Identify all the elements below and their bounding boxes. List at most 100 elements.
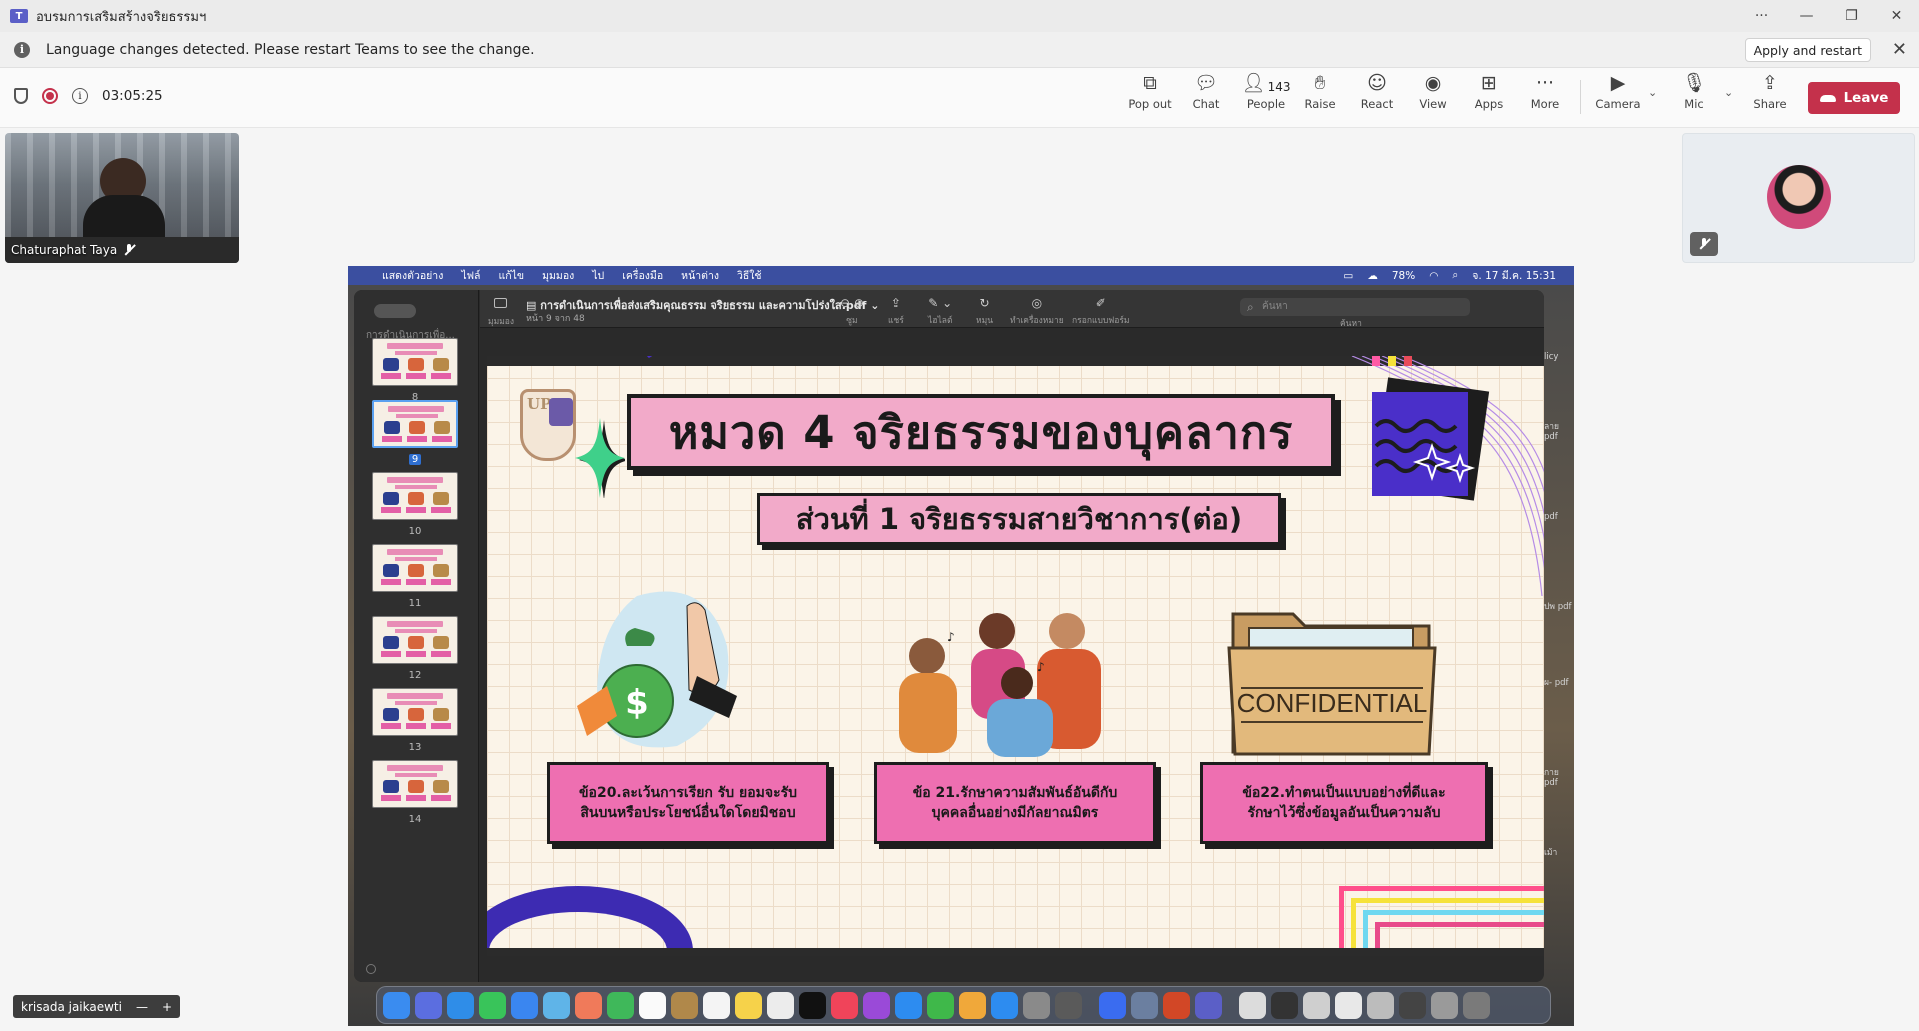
menu-view[interactable]: มุมมอง xyxy=(542,267,574,284)
menu-app[interactable]: แสดงตัวอย่าง xyxy=(382,267,443,284)
window-more-icon[interactable]: ··· xyxy=(1739,0,1784,32)
minimize-icon[interactable]: — xyxy=(1784,0,1829,32)
desktop-file[interactable]: pdf xyxy=(1544,512,1574,602)
participant-caption[interactable]: krisada jaikaewti — + xyxy=(13,995,181,1018)
messages-icon[interactable] xyxy=(479,992,506,1019)
spotlight-icon[interactable]: ⌕ xyxy=(1452,269,1458,282)
more-button[interactable]: ··· More xyxy=(1517,68,1573,114)
highlight-tool[interactable]: ✎ ⌄ ไฮไลต์ xyxy=(928,296,952,327)
contacts-icon[interactable] xyxy=(671,992,698,1019)
document-search-input[interactable]: ค้นหา xyxy=(1240,298,1470,316)
preview-app-icon[interactable] xyxy=(1055,992,1082,1019)
document-icon[interactable] xyxy=(1367,992,1394,1019)
mac-clock[interactable]: จ. 17 มี.ค. 15:31 xyxy=(1472,267,1556,284)
banner-close-icon[interactable]: ✕ xyxy=(1892,39,1907,60)
page-thumbnail[interactable] xyxy=(372,616,458,664)
minus-icon[interactable]: — xyxy=(136,1000,148,1014)
maps-icon[interactable] xyxy=(543,992,570,1019)
desktop-file[interactable]: ผ- pdf xyxy=(1544,678,1574,768)
participant-tile-host[interactable]: Chaturaphat Taya xyxy=(5,133,239,263)
apps-button[interactable]: ⊞ Apps xyxy=(1461,68,1517,114)
restore-icon[interactable]: ❐ xyxy=(1829,0,1874,32)
numbers-icon[interactable] xyxy=(927,992,954,1019)
document-icon[interactable] xyxy=(1239,992,1266,1019)
mail-icon[interactable] xyxy=(511,992,538,1019)
desktop-file[interactable]: กาย pdf xyxy=(1544,768,1574,848)
facetime-icon[interactable] xyxy=(607,992,634,1019)
menu-file[interactable]: ไฟล์ xyxy=(461,267,480,284)
chat-button[interactable]: 💬︎ Chat xyxy=(1178,68,1234,114)
safari-icon[interactable] xyxy=(447,992,474,1019)
menu-edit[interactable]: แก้ไข xyxy=(498,267,524,284)
page-thumbnail[interactable] xyxy=(372,688,458,736)
powerpoint-icon[interactable] xyxy=(1163,992,1190,1019)
trash-icon[interactable] xyxy=(1463,992,1490,1019)
sidebar-pill[interactable] xyxy=(374,304,416,318)
shield-icon[interactable] xyxy=(14,88,28,104)
screen-share-icon[interactable]: ▭ xyxy=(1343,270,1353,282)
app-store-icon[interactable] xyxy=(991,992,1018,1019)
markup-tool[interactable]: ◎ ทำเครื่องหมาย xyxy=(1010,296,1064,327)
document-icon[interactable] xyxy=(1303,992,1330,1019)
mic-button[interactable]: 🎙︎ Mic xyxy=(1666,68,1722,114)
finder-icon[interactable] xyxy=(383,992,410,1019)
keynote-icon[interactable] xyxy=(895,992,922,1019)
share-button[interactable]: ⇪ Share xyxy=(1742,68,1798,114)
share-tool[interactable]: ⇪ แชร์ xyxy=(888,296,904,327)
photos-icon[interactable] xyxy=(575,992,602,1019)
reminders-icon[interactable] xyxy=(703,992,730,1019)
document-icon[interactable] xyxy=(1271,992,1298,1019)
desktop-file[interactable]: ปพ pdf xyxy=(1544,602,1574,678)
page-thumbnail[interactable] xyxy=(372,472,458,520)
leave-button[interactable]: Leave xyxy=(1808,82,1900,114)
document-icon[interactable] xyxy=(1399,992,1426,1019)
page-thumbnail[interactable] xyxy=(372,338,458,386)
form-tool[interactable]: ✐ กรอกแบบฟอร์ม xyxy=(1072,296,1130,327)
calendar-icon[interactable] xyxy=(639,992,666,1019)
camera-options-chevron-icon[interactable]: ⌄ xyxy=(1648,86,1657,99)
page-thumbnail[interactable] xyxy=(372,544,458,592)
meeting-info-icon[interactable]: i xyxy=(72,88,88,104)
desktop-file[interactable]: เม้า xyxy=(1544,848,1574,878)
wifi-icon[interactable]: ◠ xyxy=(1429,270,1438,282)
react-button[interactable]: ☺ React xyxy=(1349,68,1405,114)
teams-icon[interactable] xyxy=(1195,992,1222,1019)
camera-button[interactable]: ▶︎ Camera xyxy=(1590,68,1646,114)
apply-restart-button[interactable]: Apply and restart xyxy=(1744,38,1871,62)
music-icon[interactable] xyxy=(831,992,858,1019)
close-window-icon[interactable]: ✕ xyxy=(1874,0,1919,32)
messenger-icon[interactable] xyxy=(1099,992,1126,1019)
sidebar-toggle-icon[interactable] xyxy=(494,298,507,308)
desktop-file[interactable]: ลาย pdf xyxy=(1544,422,1574,512)
preview-icon[interactable] xyxy=(1131,992,1158,1019)
menu-tools[interactable]: เครื่องมือ xyxy=(622,267,663,284)
plus-icon[interactable]: + xyxy=(162,1000,172,1014)
freeform-icon[interactable] xyxy=(767,992,794,1019)
tv-icon[interactable] xyxy=(799,992,826,1019)
menu-window[interactable]: หน้าต่าง xyxy=(681,267,719,284)
document-icon[interactable] xyxy=(1335,992,1362,1019)
launchpad-icon[interactable] xyxy=(415,992,442,1019)
notes-icon[interactable] xyxy=(735,992,762,1019)
page-thumbnail-active[interactable] xyxy=(372,400,458,448)
desktop-file[interactable]: licy xyxy=(1544,352,1574,422)
sidebar-settings-icon[interactable] xyxy=(366,964,376,974)
menu-help[interactable]: วิธีใช้ xyxy=(737,267,762,284)
popout-button[interactable]: ⧉ Pop out xyxy=(1122,68,1178,114)
cloud-icon[interactable]: ☁ xyxy=(1367,270,1378,282)
menu-go[interactable]: ไป xyxy=(592,267,604,284)
page-thumbnail[interactable] xyxy=(372,760,458,808)
view-button[interactable]: ◉ View xyxy=(1405,68,1461,114)
raise-button[interactable]: ✋︎ Raise xyxy=(1292,68,1348,114)
participant-tile-self[interactable] xyxy=(1682,133,1915,263)
recording-icon[interactable] xyxy=(42,88,58,104)
document-icon[interactable] xyxy=(1431,992,1458,1019)
mic-options-chevron-icon[interactable]: ⌄ xyxy=(1724,86,1733,99)
pages-icon[interactable] xyxy=(959,992,986,1019)
people-button[interactable]: 👤︎ 143 People xyxy=(1236,68,1296,114)
battery-level[interactable]: 78% xyxy=(1392,270,1415,282)
settings-icon[interactable] xyxy=(1023,992,1050,1019)
rotate-tool[interactable]: ↻ หมุน xyxy=(976,296,993,327)
zoom-tool[interactable]: ⊖ ⊕ ซูม xyxy=(840,296,864,327)
podcasts-icon[interactable] xyxy=(863,992,890,1019)
